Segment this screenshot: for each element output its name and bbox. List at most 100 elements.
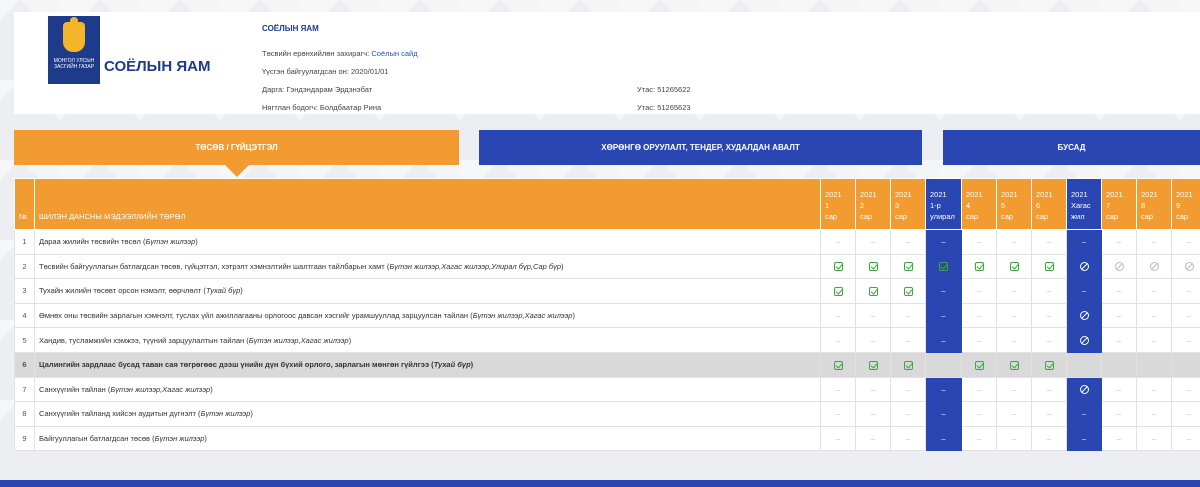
row-name[interactable]: Цалингийн зардлаас бусад таван сая төгрө… (34, 351, 821, 378)
emblem-text: МОНГОЛ УЛСЫН ЗАСГИЙН ГАЗАР (53, 58, 95, 70)
empty-dash: – (925, 327, 962, 353)
col-number: № (14, 178, 35, 230)
check-icon[interactable] (925, 253, 962, 280)
check-icon[interactable] (855, 278, 891, 304)
check-icon[interactable] (855, 253, 891, 280)
period-header: 2021 Хагас жил (1066, 178, 1102, 230)
period-header: 2021 6 сар (1031, 178, 1067, 230)
check-icon[interactable] (820, 351, 856, 378)
row-name-text: Төсвийн байгууллагын батлагдсан төсөв, г… (39, 261, 385, 271)
manager-label: Төсвийн ерөнхийлөн захирагч: (262, 49, 370, 58)
ban-icon[interactable] (1171, 253, 1200, 280)
empty-dash: – (855, 401, 891, 427)
row-number: 6 (14, 351, 35, 378)
check-icon[interactable] (890, 253, 926, 280)
empty-dash: – (1031, 302, 1067, 329)
row-name[interactable]: Байгууллагын батлагдсан төсөв (Бүтэн жил… (34, 425, 821, 452)
empty-dash: – (1101, 376, 1137, 403)
empty-dash: – (1031, 425, 1067, 452)
empty-dash: – (961, 302, 997, 329)
check-icon[interactable] (820, 253, 856, 280)
empty-dash: – (1101, 302, 1137, 329)
check-icon[interactable] (961, 253, 997, 280)
empty-cell (1171, 351, 1200, 378)
row-name-text: Санхүүгийн тайлан (39, 384, 106, 394)
row-name[interactable]: Төсвийн байгууллагын батлагдсан төсөв, г… (34, 253, 821, 280)
row-name[interactable]: Хандив, тусламжийн хэмжээ, түүний зарцуу… (34, 327, 821, 353)
row-name[interactable]: Тухайн жилийн төсөвт орсон нэмэлт, өөрчл… (34, 278, 821, 304)
empty-dash: – (820, 425, 856, 452)
col-name: Шилэн дансны мэдээллийн төрөл (34, 178, 821, 230)
check-icon[interactable] (890, 351, 926, 378)
empty-dash: – (890, 229, 926, 255)
row-number: 5 (14, 327, 35, 353)
row-number: 1 (14, 229, 35, 255)
tab-budget[interactable]: Төсөв / гүйцэтгэл (14, 130, 459, 165)
row-frequency-tag: Тухай бүр (433, 360, 471, 370)
empty-dash: – (855, 302, 891, 329)
empty-dash: – (1066, 229, 1102, 255)
empty-dash: – (1136, 278, 1172, 304)
check-icon[interactable] (996, 351, 1032, 378)
row-name[interactable]: Өмнөх оны төсвийн зарлагын хэмнэлт, тусл… (34, 302, 821, 329)
empty-dash: – (1136, 302, 1172, 329)
tab-investment[interactable]: Хөрөнгө оруулалт, тендер, худалдан авалт (479, 130, 922, 165)
empty-dash: – (890, 302, 926, 329)
row-name-text: Санхүүгийн тайланд хийсэн аудитын дүгнэл… (39, 409, 196, 419)
disclosure-table: № Шилэн дансны мэдээллийн төрөл 2021 1 сар… (14, 178, 1200, 452)
ban-icon[interactable] (1136, 253, 1172, 280)
ban-icon[interactable] (1066, 376, 1102, 403)
table-row: 6 Цалингийн зардлаас бусад таван сая төгр… (14, 351, 1200, 378)
empty-dash: – (855, 376, 891, 403)
row-frequency-tag: Бүтэн жилээр,Хагас жилээр (110, 384, 211, 394)
empty-dash: – (925, 229, 962, 255)
emblem-icon: МОНГОЛ УЛСЫН ЗАСГИЙН ГАЗАР (48, 16, 100, 84)
empty-dash: – (820, 302, 856, 329)
empty-dash: – (1101, 229, 1137, 255)
period-header: 2021 1 сар (820, 178, 856, 230)
row-frequency-tag: Бүтэн жилээр,Хагас жилээр (248, 335, 349, 345)
row-number: 3 (14, 278, 35, 304)
row-name-text: Хандив, тусламжийн хэмжээ, түүний зарцуу… (39, 335, 245, 345)
empty-dash: – (1031, 278, 1067, 304)
check-icon[interactable] (961, 351, 997, 378)
table-row: 1 Дараа жилийн төсвийн төсөл (Бүтэн жилээ… (14, 229, 1200, 255)
table-row: 8 Санхүүгийн тайланд хийсэн аудитын дүгнэ… (14, 401, 1200, 427)
empty-dash: – (996, 229, 1032, 255)
empty-dash: – (820, 376, 856, 403)
ban-icon[interactable] (1066, 302, 1102, 329)
manager-link[interactable]: Соёлын сайд (371, 49, 417, 58)
check-icon[interactable] (820, 278, 856, 304)
check-icon[interactable] (1031, 253, 1067, 280)
period-header: 2021 8 сар (1136, 178, 1172, 230)
check-icon[interactable] (996, 253, 1032, 280)
manager-row: Төсвийн ерөнхийлөн захирагч: Соёлын сайд (262, 45, 962, 63)
ban-icon[interactable] (1066, 327, 1102, 353)
row-name[interactable]: Санхүүгийн тайлан (Бүтэн жилээр,Хагас жи… (34, 376, 821, 403)
row-name[interactable]: Дараа жилийн төсвийн төсөл (Бүтэн жилээр… (34, 229, 821, 255)
empty-dash: – (1171, 376, 1200, 403)
empty-dash: – (890, 327, 926, 353)
ban-icon[interactable] (1066, 253, 1102, 280)
org-info: СОЁЛЫН ЯАМ Төсвийн ерөнхийлөн захирагч: … (262, 24, 962, 117)
empty-dash: – (925, 302, 962, 329)
empty-dash: – (961, 229, 997, 255)
logo[interactable]: МОНГОЛ УЛСЫН ЗАСГИЙН ГАЗАР СОЁЛЫН ЯАМ (48, 16, 218, 106)
empty-dash: – (996, 302, 1032, 329)
empty-dash: – (996, 425, 1032, 452)
footer-bar (0, 480, 1200, 487)
empty-dash: – (1101, 278, 1137, 304)
empty-dash: – (890, 401, 926, 427)
director-row: Дарга: Гэндэндарам Эрдэнэбат Утас: 51265… (262, 81, 962, 99)
table-row: 7 Санхүүгийн тайлан (Бүтэн жилээр,Хагас ж… (14, 376, 1200, 403)
active-tab-arrow (225, 165, 249, 177)
empty-dash: – (1136, 401, 1172, 427)
tab-other[interactable]: Бусад (943, 130, 1200, 165)
check-icon[interactable] (855, 351, 891, 378)
empty-dash: – (996, 278, 1032, 304)
row-name[interactable]: Санхүүгийн тайланд хийсэн аудитын дүгнэл… (34, 401, 821, 427)
ban-icon[interactable] (1101, 253, 1137, 280)
check-icon[interactable] (1031, 351, 1067, 378)
check-icon[interactable] (890, 278, 926, 304)
row-name-text: Дараа жилийн төсвийн төсөл (39, 237, 141, 247)
